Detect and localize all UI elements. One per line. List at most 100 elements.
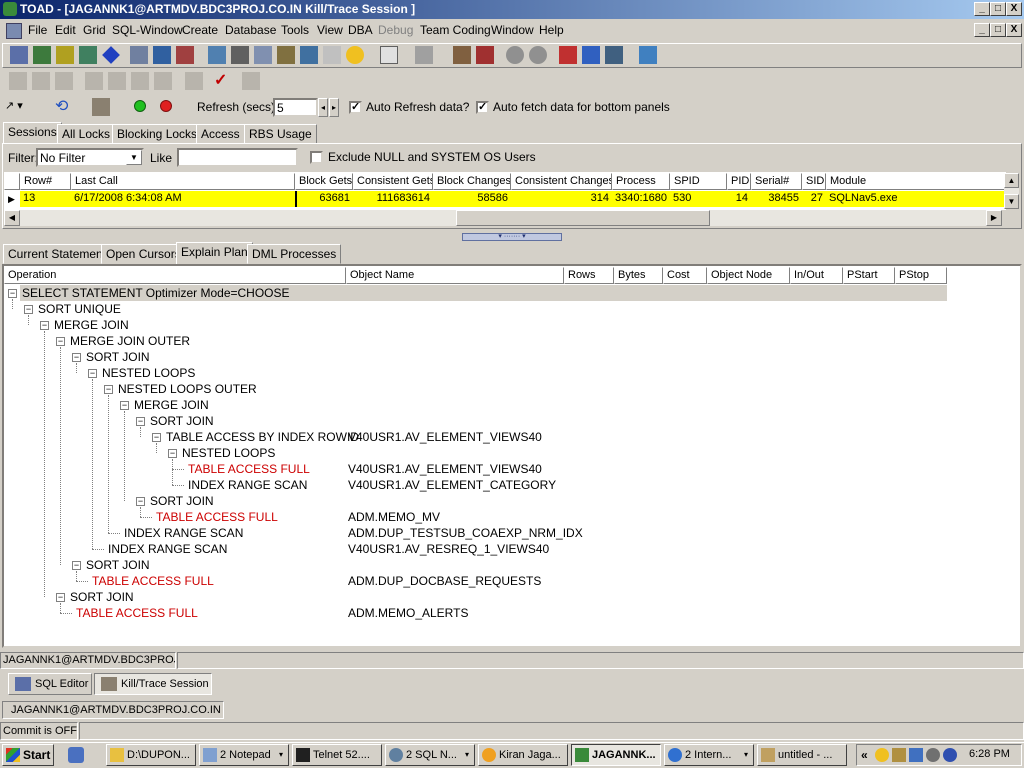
plan-col-cost[interactable]: Cost [663, 267, 707, 284]
plan-col-in-out[interactable]: In/Out [790, 267, 843, 284]
sql-editor-icon[interactable] [10, 46, 28, 64]
collapse-toggle-icon[interactable]: − [136, 497, 145, 506]
filter-dropdown-button[interactable]: ▼ [126, 150, 142, 165]
scroll-up-button[interactable]: ▲ [1004, 173, 1019, 188]
stats-icon[interactable] [9, 72, 27, 90]
menu-edit[interactable]: Edit [55, 23, 76, 37]
collapse-toggle-icon[interactable]: − [168, 449, 177, 458]
plan-operation[interactable]: SELECT STATEMENT Optimizer Mode=CHOOSE [22, 285, 290, 301]
menu-database[interactable]: Database [225, 23, 276, 37]
pin-icon[interactable] [639, 46, 657, 64]
monitor-icon[interactable] [242, 72, 260, 90]
scroll-thumb[interactable] [456, 210, 710, 226]
plan-operation[interactable]: TABLE ACCESS FULL [76, 605, 198, 621]
menu-help[interactable]: Help [539, 23, 564, 37]
spin-left-button[interactable]: ◂ [318, 98, 328, 117]
panel-splitter[interactable]: ▾ ······· ▾ [462, 233, 562, 241]
col-serial[interactable]: Serial# [751, 173, 802, 190]
child-minimize-button[interactable]: _ [974, 23, 990, 37]
tray-app-icon[interactable] [943, 748, 957, 762]
plan-operation[interactable]: INDEX RANGE SCAN [188, 477, 307, 493]
find-icon[interactable] [131, 72, 149, 90]
grid-icon[interactable] [300, 46, 318, 64]
check-icon[interactable]: ✓ [214, 72, 232, 90]
tab-dml-processes[interactable]: DML Processes [247, 244, 342, 264]
tab-access[interactable]: Access [196, 124, 245, 144]
documents-icon[interactable] [380, 46, 398, 64]
plan-operation[interactable]: SORT JOIN [86, 557, 150, 573]
replace-icon[interactable] [154, 72, 172, 90]
collapse-toggle-icon[interactable]: − [72, 353, 81, 362]
col-module[interactable]: Module [826, 173, 1006, 190]
plan-operation[interactable]: SORT UNIQUE [38, 301, 121, 317]
taskbar-item-explorer[interactable]: D:\DUPON... [106, 744, 196, 766]
col-block-gets[interactable]: Block Gets [295, 173, 353, 190]
window-tab-sql-editor[interactable]: SQL Editor [8, 673, 92, 695]
tray-key-icon[interactable] [892, 748, 906, 762]
plan-operation[interactable]: TABLE ACCESS FULL [188, 461, 310, 477]
help-icon[interactable] [346, 46, 364, 64]
plan-col-object-node[interactable]: Object Node [707, 267, 790, 284]
scroll-right-button[interactable]: ▶ [986, 210, 1002, 226]
plan-col-pstart[interactable]: PStart [843, 267, 895, 284]
collapse-toggle-icon[interactable]: − [24, 305, 33, 314]
plan-operation[interactable]: SORT JOIN [150, 413, 214, 429]
plan-col-rows[interactable]: Rows [564, 267, 614, 284]
report-icon[interactable] [176, 46, 194, 64]
collapse-toggle-icon[interactable]: − [88, 369, 97, 378]
taskbar-item-internet-explorer[interactable]: 2 Intern... ▾ [664, 744, 754, 766]
scroll-down-button[interactable]: ▼ [1004, 194, 1019, 209]
plan-operation[interactable]: TABLE ACCESS FULL [92, 573, 214, 589]
tab-blocking-locks[interactable]: Blocking Locks [112, 124, 203, 144]
col-last-call[interactable]: Last Call [71, 173, 295, 190]
tools-icon[interactable] [79, 46, 97, 64]
database-icon[interactable] [208, 46, 226, 64]
tab-open-cursors[interactable]: Open Cursors [101, 244, 186, 264]
like-input[interactable] [177, 148, 298, 167]
scroll-left-button[interactable]: ◀ [4, 210, 20, 226]
tab-all-locks[interactable]: All Locks [57, 124, 116, 144]
col-row-num[interactable]: Row# [20, 173, 71, 190]
sun-icon[interactable] [506, 46, 524, 64]
plan-operation[interactable]: SORT JOIN [70, 589, 134, 605]
taskbar-item-sql-navigator[interactable]: 2 SQL N... ▾ [385, 744, 475, 766]
col-spid[interactable]: SPID [670, 173, 727, 190]
minimize-button[interactable]: _ [974, 2, 990, 16]
collapse-toggle-icon[interactable]: − [136, 417, 145, 426]
plan-operation[interactable]: MERGE JOIN OUTER [70, 333, 190, 349]
child-restore-button[interactable]: □ [990, 23, 1006, 37]
plan-operation[interactable]: MERGE JOIN [134, 397, 209, 413]
tab-sessions[interactable]: Sessions [3, 122, 62, 144]
copy-icon[interactable] [85, 72, 103, 90]
plan-operation[interactable]: TABLE ACCESS BY INDEX ROWID [166, 429, 359, 445]
taskbar-item-telnet[interactable]: Telnet 52.... [292, 744, 382, 766]
procedure-editor-icon[interactable] [56, 46, 74, 64]
diamond-icon[interactable] [102, 46, 120, 64]
tray-expand-chevron-icon[interactable]: « [861, 748, 868, 762]
plan-operation[interactable]: INDEX RANGE SCAN [124, 525, 243, 541]
chart-icon[interactable] [605, 46, 623, 64]
tray-network-icon[interactable] [909, 748, 923, 762]
pen-dropdown-icon[interactable]: ↗ ▾ [5, 99, 35, 117]
menu-debug[interactable]: Debug [378, 23, 413, 37]
plan-operation[interactable]: NESTED LOOPS [102, 365, 195, 381]
menu-view[interactable]: View [317, 23, 343, 37]
disconnect-icon[interactable] [476, 46, 494, 64]
tray-security-icon[interactable] [926, 748, 940, 762]
tab-current-statement[interactable]: Current Statement [3, 244, 112, 264]
exclude-null-checkbox[interactable] [310, 151, 323, 164]
collapse-toggle-icon[interactable]: − [56, 337, 65, 346]
plan-operation[interactable]: SORT JOIN [150, 493, 214, 509]
printer-icon[interactable] [415, 46, 433, 64]
refresh-icon[interactable]: ⟲ [55, 98, 73, 116]
plan-col-bytes[interactable]: Bytes [614, 267, 663, 284]
key-icon[interactable] [277, 46, 295, 64]
collapse-toggle-icon[interactable]: − [120, 401, 129, 410]
plan-operation[interactable]: TABLE ACCESS FULL [156, 509, 278, 525]
collapse-toggle-icon[interactable]: − [8, 289, 17, 298]
clipboard-icon[interactable] [323, 46, 341, 64]
schema-browser-icon[interactable] [33, 46, 51, 64]
auto-refresh-checkbox[interactable]: ✓ [349, 101, 362, 114]
plan-col-object-name[interactable]: Object Name [346, 267, 564, 284]
page-icon[interactable] [32, 72, 50, 90]
